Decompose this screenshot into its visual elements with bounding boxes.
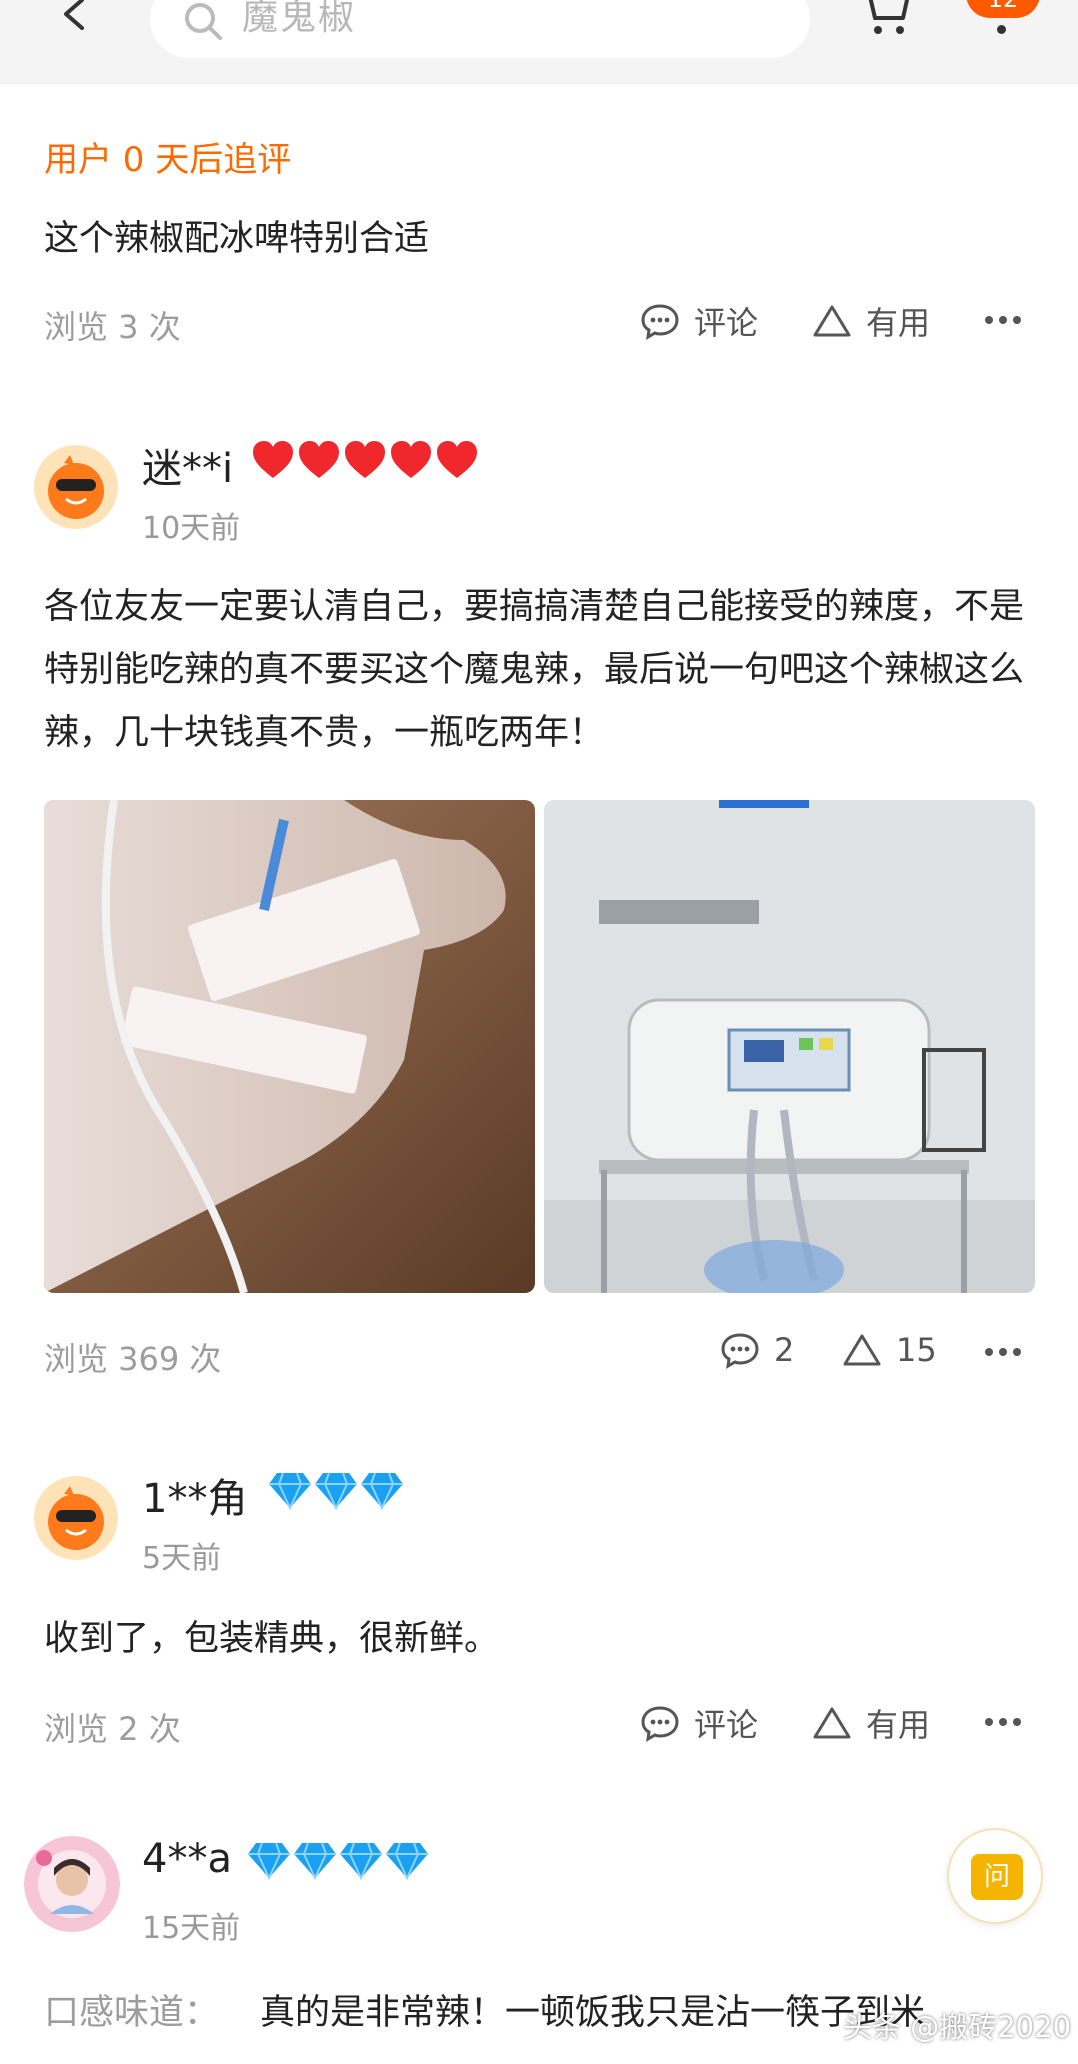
hand-iv-drip-image <box>44 800 535 1293</box>
username: 4**a <box>142 1836 232 1882</box>
triangle-icon <box>813 1707 851 1739</box>
review-time: 5天前 <box>142 1541 222 1576</box>
back-button[interactable] <box>52 0 102 44</box>
view-count: 浏览 2 次 <box>44 1710 181 1748</box>
comment-icon <box>641 1706 679 1742</box>
followup-label: 用户 0 天后追评 <box>44 140 292 180</box>
username: 1**角 <box>142 1476 248 1522</box>
top-bar: 魔鬼椒 12 <box>0 0 1078 84</box>
comment-icon <box>721 1333 759 1369</box>
useful-button[interactable]: 有用 <box>812 298 930 344</box>
user-photo-avatar <box>24 1836 120 1932</box>
more-options-icon[interactable] <box>983 310 1023 330</box>
search-icon <box>185 3 222 40</box>
review-text: 这个辣椒配冰啤特别合适 <box>44 219 430 259</box>
useful-label: 有用 <box>866 304 931 342</box>
chevron-left-icon <box>64 0 84 30</box>
useful-count: 15 <box>896 1331 937 1369</box>
avatar[interactable] <box>34 1476 118 1560</box>
useful-button[interactable]: 有用 <box>812 1700 930 1746</box>
diamond-icon <box>269 1472 311 1510</box>
comment-button[interactable]: 评论 <box>640 298 758 344</box>
comment-count: 2 <box>774 1331 795 1369</box>
useful-button[interactable]: 15 <box>842 1330 937 1370</box>
avatar[interactable] <box>34 445 118 529</box>
view-count: 浏览 369 次 <box>44 1340 222 1378</box>
level-badges-diamonds <box>246 1840 430 1880</box>
comment-icon <box>641 304 679 340</box>
level-badges-diamonds <box>267 1470 405 1510</box>
diamond-icon <box>340 1842 382 1880</box>
heart-icon <box>253 441 293 478</box>
diamond-icon <box>386 1842 428 1880</box>
avatar[interactable] <box>24 1836 120 1932</box>
more-menu-button[interactable] <box>997 25 1006 34</box>
heart-icon <box>299 441 339 478</box>
heart-icon <box>391 441 431 478</box>
comment-button[interactable]: 2 <box>720 1330 794 1370</box>
heart-icon <box>437 441 477 478</box>
diamond-icon <box>294 1842 336 1880</box>
review-photo-hand-iv[interactable] <box>44 800 535 1293</box>
level-badges-hearts <box>250 438 480 482</box>
taste-text: 真的是非常辣！一顿饭我只是沾一筷子到米 <box>260 1993 926 2033</box>
diamond-icon <box>315 1472 357 1510</box>
diamond-icon <box>248 1842 290 1880</box>
cart-badge: 12 <box>966 0 1040 18</box>
more-options-icon[interactable] <box>983 1712 1023 1732</box>
review-text: 各位友友一定要认清自己，要搞搞清楚自己能接受的辣度，不是特别能吃辣的真不要买这个… <box>44 587 1025 753</box>
review-photo-machine[interactable] <box>544 800 1035 1293</box>
comment-label: 评论 <box>694 304 759 342</box>
diamond-icon <box>361 1472 403 1510</box>
triangle-icon <box>843 1334 881 1366</box>
comment-label: 评论 <box>694 1706 759 1744</box>
cartoon-mascot-avatar <box>34 1476 118 1560</box>
useful-label: 有用 <box>866 1706 931 1744</box>
gastric-lavage-machine-image <box>544 800 1035 1293</box>
search-placeholder: 魔鬼椒 <box>242 0 357 38</box>
review-time: 10天前 <box>142 511 241 546</box>
comment-button[interactable]: 评论 <box>640 1700 758 1746</box>
cartoon-mascot-avatar <box>34 445 118 529</box>
taste-label: 口感味道： <box>44 1993 220 2033</box>
username: 迷**i <box>142 446 234 492</box>
heart-icon <box>345 441 385 478</box>
cart-button[interactable] <box>855 0 915 38</box>
review-time: 15天前 <box>142 1911 241 1946</box>
watermark: 头条 @搬砖2020 <box>843 2010 1072 2044</box>
more-options-icon[interactable] <box>983 1342 1023 1362</box>
view-count: 浏览 3 次 <box>44 308 181 346</box>
ask-question-button[interactable]: 问 <box>947 1828 1043 1924</box>
review-text: 收到了，包装精典，很新鲜。 <box>44 1619 500 1659</box>
triangle-icon <box>813 305 851 337</box>
ask-label: 问 <box>971 1854 1023 1900</box>
cart-icon <box>868 0 909 34</box>
search-input[interactable]: 魔鬼椒 <box>150 0 810 58</box>
